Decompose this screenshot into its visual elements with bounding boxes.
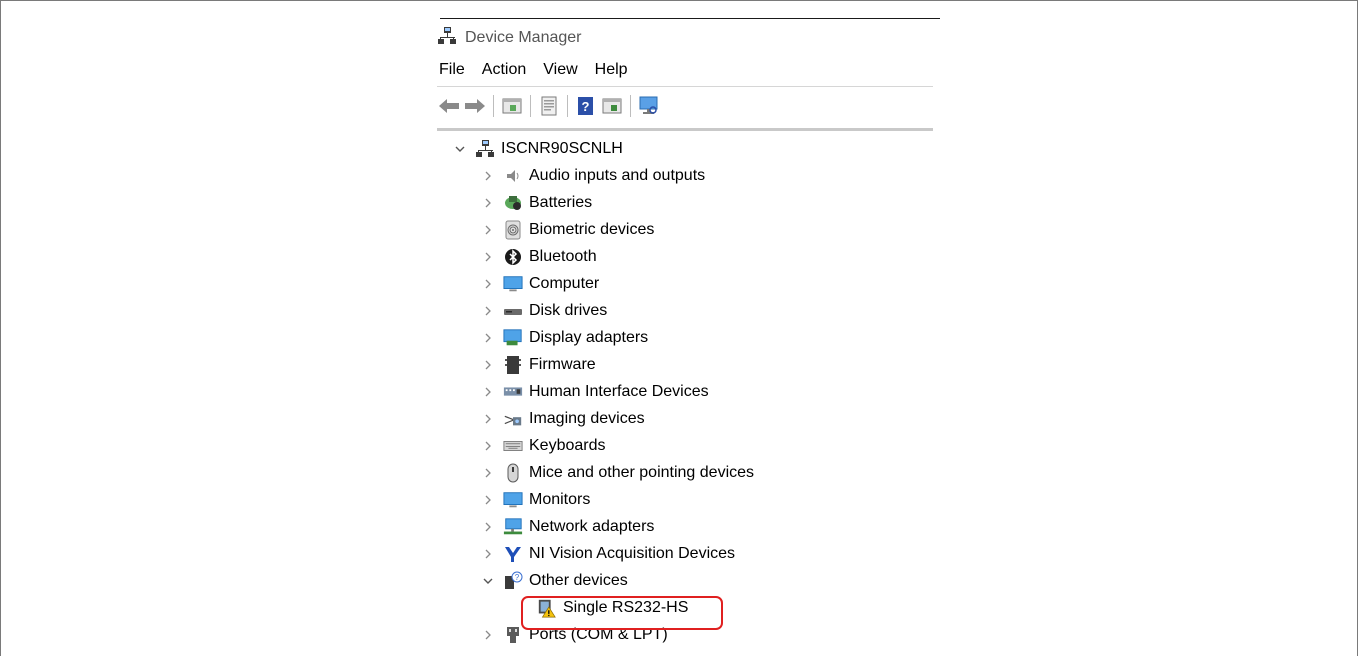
menu-file[interactable]: File (439, 61, 465, 79)
properties-icon[interactable] (500, 94, 524, 118)
chevron-right-icon[interactable] (481, 304, 495, 318)
tree-item-display-adapters[interactable]: Display adapters (481, 326, 648, 350)
help-icon[interactable]: ? (574, 94, 598, 118)
tree-item-firmware[interactable]: Firmware (481, 353, 596, 377)
tree-item-label: Network adapters (529, 518, 655, 535)
toolbar-separator (493, 95, 494, 117)
chevron-down-icon[interactable] (481, 574, 495, 588)
tree-item-mice-and-other-pointing-devices[interactable]: Mice and other pointing devices (481, 461, 754, 485)
title-bar: Device Manager (437, 26, 582, 50)
tree-item-audio-inputs-and-outputs[interactable]: Audio inputs and outputs (481, 164, 705, 188)
battery-icon (503, 193, 523, 213)
toolbar-separator (530, 95, 531, 117)
chevron-right-icon[interactable] (481, 169, 495, 183)
tree-item-label: Computer (529, 275, 600, 292)
tree-item-label: Audio inputs and outputs (529, 167, 706, 184)
tree-item-label: Bluetooth (529, 248, 597, 265)
keyboard-icon (503, 436, 523, 456)
computer-icon (503, 274, 523, 294)
tree-item-imaging-devices[interactable]: Imaging devices (481, 407, 645, 431)
chevron-right-icon[interactable] (481, 493, 495, 507)
tree-item-other-devices[interactable]: ? Other devices (481, 569, 628, 593)
toolbar-separator (567, 95, 568, 117)
tree-item-label: Human Interface Devices (529, 383, 709, 400)
tree-item-biometric-devices[interactable]: Biometric devices (481, 218, 654, 242)
tree-item-label: Keyboards (529, 437, 606, 454)
toolbar-divider-top (437, 86, 933, 87)
monitor-icon (503, 490, 523, 510)
device-manager-window: Device Manager File Action View Help ? I… (437, 18, 940, 656)
tree-item-batteries[interactable]: Batteries (481, 191, 592, 215)
firmware-icon (503, 355, 523, 375)
tree-item-keyboards[interactable]: Keyboards (481, 434, 606, 458)
tree-item-label: Other devices (529, 572, 628, 589)
chevron-right-icon[interactable] (481, 385, 495, 399)
display-adapter-icon (503, 328, 523, 348)
tree-item-monitors[interactable]: Monitors (481, 488, 590, 512)
tree-item-label: Display adapters (529, 329, 649, 346)
mouse-icon (503, 463, 523, 483)
tree-item-label: Imaging devices (529, 410, 645, 427)
chevron-right-icon[interactable] (481, 412, 495, 426)
highlight-box (521, 596, 723, 630)
chevron-right-icon[interactable] (481, 277, 495, 291)
chevron-right-icon[interactable] (481, 466, 495, 480)
chevron-right-icon[interactable] (481, 250, 495, 264)
disk-drive-icon (503, 301, 523, 321)
chevron-right-icon[interactable] (481, 520, 495, 534)
toolbar: ? (437, 93, 663, 119)
scan-hardware-icon[interactable] (637, 94, 661, 118)
tree-item-label: ISCNR90SCNLH (501, 140, 623, 157)
menu-bar: File Action View Help (437, 58, 645, 82)
tree-root[interactable]: ISCNR90SCNLH (453, 137, 623, 161)
forward-icon[interactable] (463, 94, 487, 118)
window-title: Device Manager (465, 29, 582, 46)
tree-item-human-interface-devices[interactable]: Human Interface Devices (481, 380, 709, 404)
menu-help[interactable]: Help (595, 61, 628, 79)
menu-action[interactable]: Action (482, 61, 526, 79)
tree-item-disk-drives[interactable]: Disk drives (481, 299, 607, 323)
toolbar-divider-bottom (437, 128, 933, 131)
svg-text:?: ? (515, 573, 520, 582)
toolbar-separator (630, 95, 631, 117)
hid-icon (503, 382, 523, 402)
menu-view[interactable]: View (543, 61, 577, 79)
tree-item-label: Mice and other pointing devices (529, 464, 755, 481)
tree-item-label: Monitors (529, 491, 591, 508)
fingerprint-icon (503, 220, 523, 240)
chevron-right-icon[interactable] (481, 223, 495, 237)
tree-item-label: Batteries (529, 194, 593, 211)
window-top-edge (440, 18, 940, 19)
root-computer-icon (475, 139, 495, 159)
chevron-right-icon[interactable] (481, 331, 495, 345)
camera-icon (503, 409, 523, 429)
ni-vision-icon (503, 544, 523, 564)
tree-item-computer[interactable]: Computer (481, 272, 599, 296)
show-hidden-icon[interactable] (600, 94, 624, 118)
device-manager-icon (437, 26, 457, 51)
tree-item-bluetooth[interactable]: Bluetooth (481, 245, 597, 269)
tree-item-label: Biometric devices (529, 221, 655, 238)
tree-item-network-adapters[interactable]: Network adapters (481, 515, 654, 539)
speaker-icon (503, 166, 523, 186)
svg-text:?: ? (582, 99, 590, 114)
tree-item-label: Firmware (529, 356, 596, 373)
chevron-right-icon[interactable] (481, 547, 495, 561)
chevron-right-icon[interactable] (481, 628, 495, 642)
chevron-right-icon[interactable] (481, 196, 495, 210)
port-icon (503, 625, 523, 645)
network-adapter-icon (503, 517, 523, 537)
update-driver-icon[interactable] (537, 94, 561, 118)
back-icon[interactable] (437, 94, 461, 118)
bluetooth-icon (503, 247, 523, 267)
tree-item-label: NI Vision Acquisition Devices (529, 545, 736, 562)
chevron-right-icon[interactable] (481, 439, 495, 453)
unknown-device-icon: ? (503, 571, 523, 591)
tree-item-label: Disk drives (529, 302, 608, 319)
chevron-right-icon[interactable] (481, 358, 495, 372)
chevron-down-icon[interactable] (453, 142, 467, 156)
tree-item-ni-vision-acquisition-devices[interactable]: NI Vision Acquisition Devices (481, 542, 735, 566)
